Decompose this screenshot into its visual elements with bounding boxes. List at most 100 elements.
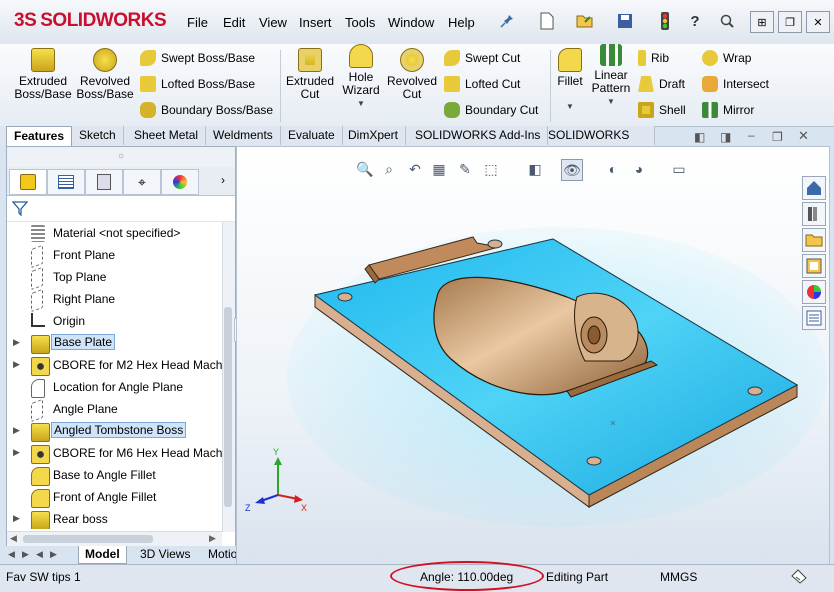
draft-button[interactable]: Draft xyxy=(638,76,685,92)
tree-item-location-angle-plane[interactable]: Location for Angle Plane xyxy=(7,377,222,398)
feature-manager-tab-icon[interactable] xyxy=(9,169,47,195)
tree-item-material[interactable]: Material <not specified> xyxy=(7,223,222,244)
fillet-dropdown-icon[interactable]: ▼ xyxy=(554,100,586,113)
menu-view[interactable]: View xyxy=(259,15,287,30)
mirror-button[interactable]: Mirror xyxy=(702,102,754,118)
file-explorer-icon[interactable] xyxy=(802,228,826,252)
tree-item-cbore-m6[interactable]: ▶ CBORE for M6 Hex Head Machi xyxy=(7,443,222,464)
tab-features[interactable]: Features xyxy=(6,126,73,146)
tab-evaluate[interactable]: Evaluate xyxy=(281,126,343,145)
minimize-doc-button[interactable]: – xyxy=(748,128,755,142)
revolved-cut-button[interactable]: Revolved Cut xyxy=(386,48,438,101)
tree-item-rear-boss[interactable]: ▶ Rear boss xyxy=(7,509,222,529)
boundary-cut-button[interactable]: Boundary Cut xyxy=(444,102,538,118)
expand-arrow-icon[interactable]: ▶ xyxy=(13,337,20,348)
new-document-icon[interactable] xyxy=(536,10,558,32)
menu-tools[interactable]: Tools xyxy=(345,15,375,30)
boundary-boss-button[interactable]: Boundary Boss/Base xyxy=(140,102,273,118)
tab-dimxpert[interactable]: DimXpert xyxy=(341,126,407,145)
extruded-boss-button[interactable]: Extruded Boss/Base xyxy=(14,48,72,101)
tree-horizontal-scrollbar[interactable]: ◀ ▶ xyxy=(7,531,222,546)
dimxpert-tab-icon[interactable]: ⌖ xyxy=(123,169,161,195)
linear-pattern-dropdown-icon[interactable]: ▼ xyxy=(590,95,632,108)
swept-cut-button[interactable]: Swept Cut xyxy=(444,50,520,66)
tile-window-button[interactable]: ⊞ xyxy=(750,11,774,33)
custom-properties-icon[interactable] xyxy=(802,306,826,330)
filter-icon[interactable] xyxy=(11,200,29,219)
panel-grip-icon[interactable]: ○ xyxy=(7,147,235,167)
expand-arrow-icon[interactable]: ▶ xyxy=(13,359,20,370)
restore-doc-button[interactable]: ❐ xyxy=(772,130,783,144)
menu-window[interactable]: Window xyxy=(388,15,434,30)
shell-button[interactable]: Shell xyxy=(638,102,686,118)
hole-wizard-button[interactable]: Hole Wizard ▼ xyxy=(338,44,384,110)
menu-file[interactable]: File xyxy=(187,15,208,30)
tree-item-angle-plane[interactable]: Angle Plane xyxy=(7,398,222,423)
save-icon[interactable] xyxy=(614,10,636,32)
tab-sketch[interactable]: Sketch xyxy=(72,126,124,145)
part-model-view[interactable] xyxy=(237,147,829,565)
quick-tips-icon[interactable] xyxy=(790,568,808,587)
tabs-first-icon[interactable]: ◀ xyxy=(36,549,43,560)
appearances-icon[interactable] xyxy=(802,280,826,304)
tabs-right-arrow-icon[interactable]: ▶ xyxy=(22,549,29,560)
traffic-light-icon[interactable] xyxy=(654,10,676,32)
tree-item-right-plane[interactable]: Right Plane xyxy=(7,288,222,313)
solidworks-logo[interactable]: 3S SOLIDWORKS xyxy=(14,6,167,36)
scroll-left-arrow-icon[interactable]: ◀ xyxy=(10,533,17,544)
tab-sheet-metal[interactable]: Sheet Metal xyxy=(127,126,207,145)
tree-item-front-plane[interactable]: Front Plane xyxy=(7,244,222,269)
expand-arrow-icon[interactable]: ▶ xyxy=(13,513,20,524)
lofted-cut-button[interactable]: Lofted Cut xyxy=(444,76,520,92)
tab-3d-views[interactable]: 3D Views xyxy=(134,546,196,563)
fillet-button[interactable]: Fillet ▼ xyxy=(554,48,586,113)
status-units[interactable]: MMGS xyxy=(660,570,697,584)
panel-left-arrow-icon[interactable]: ◧ xyxy=(694,130,705,144)
extruded-cut-button[interactable]: Extruded Cut xyxy=(284,48,336,101)
property-manager-tab-icon[interactable] xyxy=(47,169,85,195)
tree-item-base-plate[interactable]: ▶ Base Plate xyxy=(7,333,222,354)
home-icon[interactable] xyxy=(802,176,826,200)
linear-pattern-button[interactable]: Linear Pattern ▼ xyxy=(590,44,632,108)
menu-edit[interactable]: Edit xyxy=(223,15,245,30)
scroll-right-arrow-icon[interactable]: ▶ xyxy=(209,533,216,544)
view-palette-icon[interactable] xyxy=(802,254,826,278)
restore-window-button[interactable]: ❐ xyxy=(778,11,802,33)
close-doc-button[interactable]: ✕ xyxy=(798,128,809,144)
tree-item-cbore-m2[interactable]: ▶ CBORE for M2 Hex Head Machi xyxy=(7,355,222,376)
expand-arrow-icon[interactable]: ▶ xyxy=(13,447,20,458)
tree-scroll-thumb[interactable] xyxy=(224,307,232,507)
display-manager-tab-icon[interactable] xyxy=(161,169,199,195)
panel-more-chevron-icon[interactable]: › xyxy=(221,173,225,187)
revolved-boss-button[interactable]: Revolved Boss/Base xyxy=(76,48,134,101)
tab-solidworks-mbd[interactable]: SOLIDWORKS MBD xyxy=(541,126,655,161)
rib-button[interactable]: Rib xyxy=(638,50,669,66)
open-icon[interactable] xyxy=(574,10,596,32)
hole-wizard-dropdown-icon[interactable]: ▼ xyxy=(338,97,384,110)
configuration-manager-tab-icon[interactable] xyxy=(85,169,123,195)
search-icon[interactable] xyxy=(716,10,738,32)
menu-help[interactable]: Help xyxy=(448,15,475,30)
tree-item-angled-tombstone-boss[interactable]: ▶ Angled Tombstone Boss xyxy=(7,421,222,442)
menu-insert[interactable]: Insert xyxy=(299,15,332,30)
swept-boss-button[interactable]: Swept Boss/Base xyxy=(140,50,255,66)
tabs-last-icon[interactable]: ▶ xyxy=(50,549,57,560)
tree-item-origin[interactable]: Origin xyxy=(7,311,222,332)
panel-right-arrow-icon[interactable]: ◨ xyxy=(720,130,731,144)
help-icon[interactable]: ? xyxy=(684,10,706,32)
wrap-button[interactable]: Wrap xyxy=(702,50,751,66)
horizontal-scroll-thumb[interactable] xyxy=(23,535,153,543)
tabs-left-arrow-icon[interactable]: ◀ xyxy=(8,549,15,560)
close-window-button[interactable]: ✕ xyxy=(806,11,830,33)
tree-item-top-plane[interactable]: Top Plane xyxy=(7,266,222,291)
tree-item-base-to-angle-fillet[interactable]: Base to Angle Fillet xyxy=(7,465,222,486)
tab-weldments[interactable]: Weldments xyxy=(206,126,281,145)
pin-icon[interactable] xyxy=(496,10,518,32)
lofted-boss-button[interactable]: Lofted Boss/Base xyxy=(140,76,255,92)
design-library-icon[interactable] xyxy=(802,202,826,226)
graphics-area[interactable]: 🔍 ⌕ ↶ ▦ ✎ ⬚ ◧ 👁 ◐ ◕ ▭ Y X Z xyxy=(236,146,830,566)
expand-arrow-icon[interactable]: ▶ xyxy=(13,425,20,436)
tree-item-front-of-angle-fillet[interactable]: Front of Angle Fillet xyxy=(7,487,222,508)
tab-model[interactable]: Model xyxy=(78,546,127,564)
tab-solidworks-add-ins[interactable]: SOLIDWORKS Add-Ins xyxy=(408,126,549,145)
